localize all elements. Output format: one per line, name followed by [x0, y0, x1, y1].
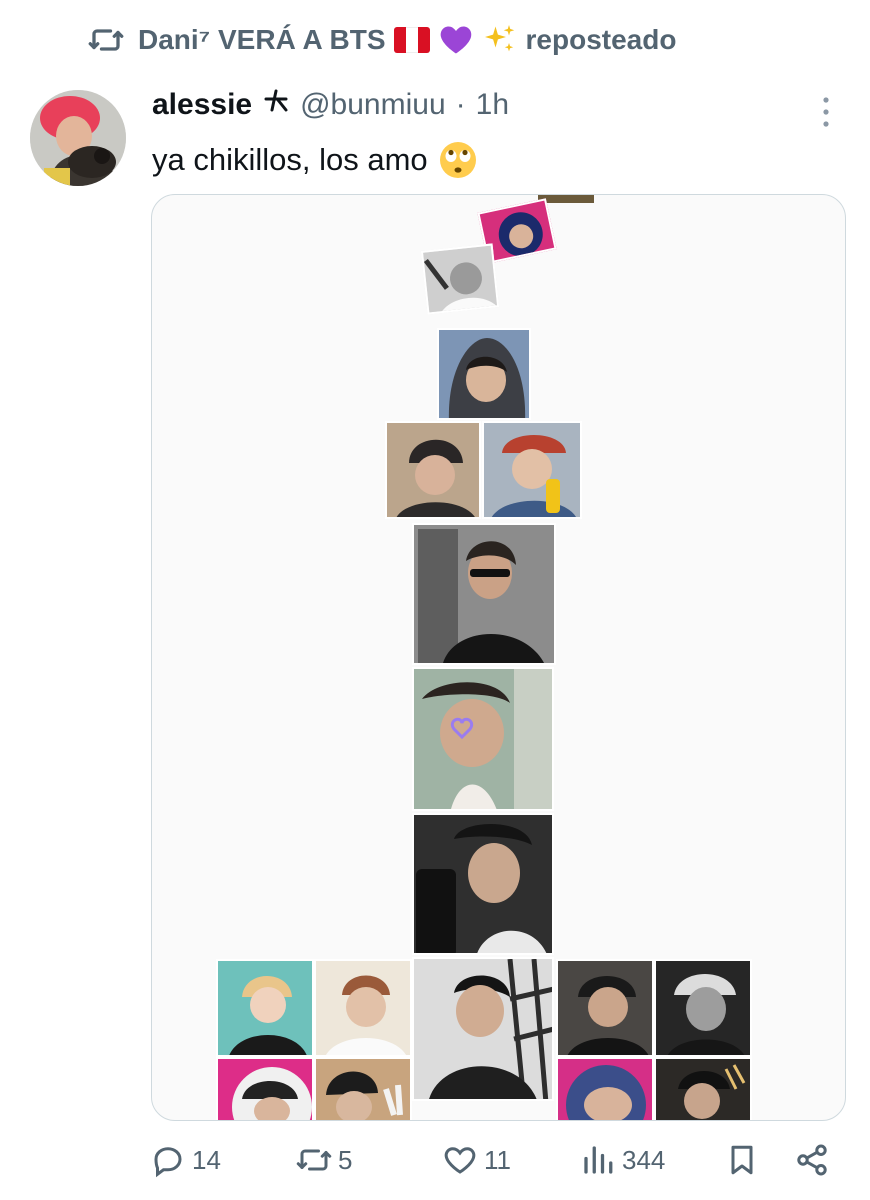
repost-button[interactable]: 5 [296, 1142, 352, 1178]
photo-tile [385, 421, 481, 519]
tweet-text: ya chikillos, los amo [152, 142, 428, 177]
bookmark-icon [731, 1145, 753, 1175]
photo-tile [556, 1057, 654, 1120]
photo-tile [412, 813, 554, 955]
photo-tile [412, 523, 556, 665]
photo-tile [654, 959, 752, 1057]
repost-suffix: reposteado [525, 24, 677, 55]
repost-count: 5 [338, 1144, 353, 1175]
photo-tile [482, 421, 582, 519]
photo-tile [437, 328, 531, 420]
photo-tile [412, 667, 554, 811]
tweet-media-image[interactable] [151, 194, 846, 1121]
peru-flag-emoji [393, 27, 430, 53]
repost-user[interactable]: Dani⁷ VERÁ A BTS [138, 24, 386, 56]
repost-icon [88, 29, 124, 51]
photo-tile [654, 1057, 752, 1120]
bookmark-button[interactable] [724, 1142, 760, 1178]
avatar[interactable] [30, 90, 126, 186]
photo-tile [556, 959, 654, 1057]
photo-tile [314, 959, 412, 1057]
views-button[interactable]: 344 [580, 1142, 665, 1178]
reply-count: 14 [192, 1144, 221, 1175]
author-name[interactable]: alessie [152, 88, 252, 122]
repost-icon [296, 1149, 332, 1171]
tweet-header: alessie @bunmiuu · 1h [152, 88, 509, 122]
share-button[interactable] [794, 1142, 830, 1178]
more-options-icon[interactable] [816, 95, 836, 129]
separator-dot: · [455, 88, 466, 121]
views-icon [584, 1146, 613, 1174]
name-symbol-icon [264, 89, 288, 112]
reply-button[interactable]: 14 [150, 1142, 221, 1178]
photo-tile [420, 243, 500, 315]
repost-context[interactable]: Dani⁷ VERÁ A BTS reposteado [88, 22, 676, 58]
heart-icon [444, 1147, 476, 1174]
face-with-rolling-eyes-emoji [439, 142, 476, 178]
action-bar: 14 5 11 344 [150, 1142, 840, 1188]
purple-heart-emoji [440, 26, 471, 54]
author-handle[interactable]: @bunmiuu [300, 88, 446, 122]
reply-icon [154, 1147, 182, 1178]
avatar-image [30, 90, 126, 186]
photo-tile [412, 957, 554, 1101]
like-button[interactable]: 11 [442, 1142, 511, 1178]
photo-tile [216, 1057, 314, 1120]
timestamp[interactable]: 1h [476, 88, 509, 122]
sparkles-emoji [484, 25, 514, 52]
tweet-text-row: ya chikillos, los amo [152, 140, 478, 180]
photo-tile [314, 1057, 412, 1120]
photo-tile [216, 959, 314, 1057]
tweet[interactable]: Dani⁷ VERÁ A BTS reposteado alessie @bun… [0, 0, 870, 1200]
views-count: 344 [622, 1144, 666, 1175]
share-icon [797, 1144, 827, 1176]
like-count: 11 [484, 1144, 511, 1175]
